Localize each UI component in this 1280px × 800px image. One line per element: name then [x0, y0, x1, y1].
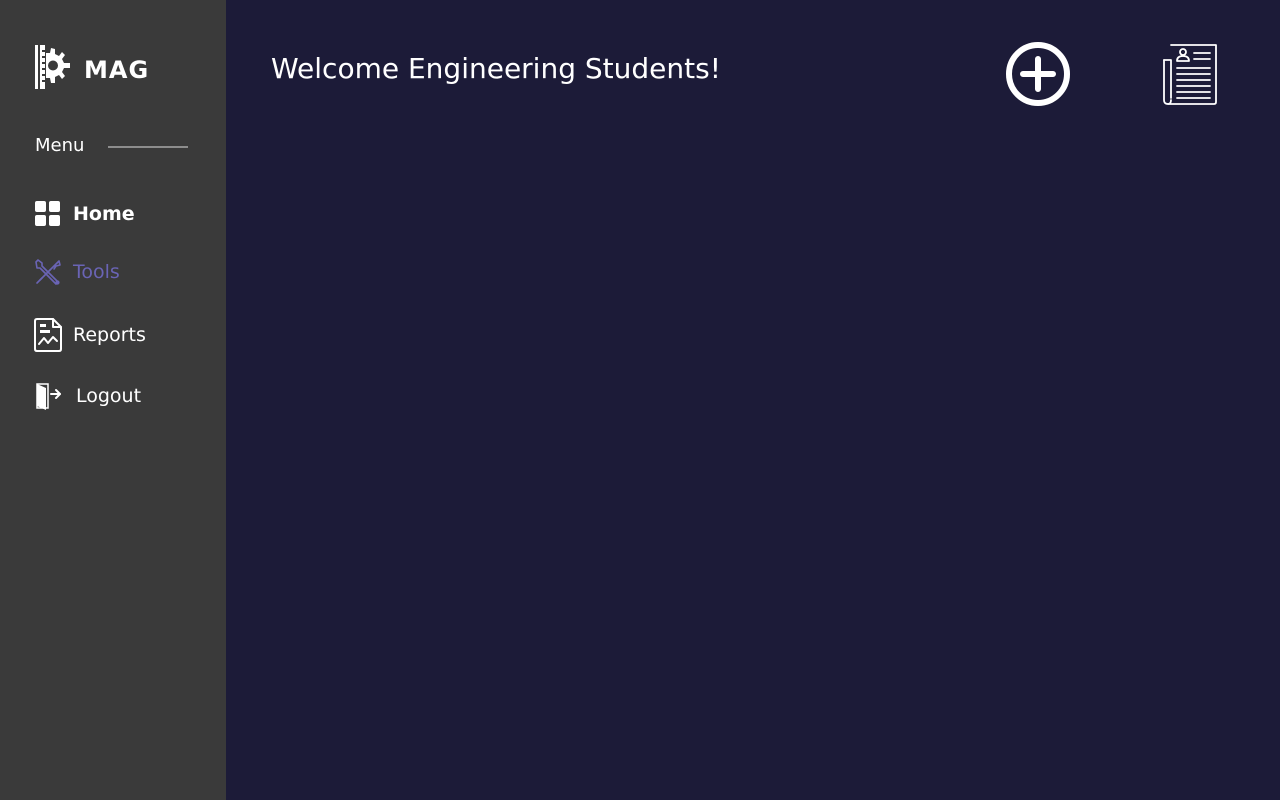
- sidebar-item-tools[interactable]: Tools: [34, 258, 120, 286]
- page-title: Welcome Engineering Students!: [271, 52, 721, 85]
- report-chart-icon: [34, 318, 62, 352]
- sidebar-item-home[interactable]: Home: [34, 200, 135, 228]
- ruler-gear-logo-icon: [35, 45, 70, 89]
- sidebar: MAG Menu Home Tools Reports Logout: [0, 0, 226, 800]
- main-content: Welcome Engineering Students!: [226, 0, 1280, 800]
- menu-divider: [108, 145, 189, 148]
- profile-document-button[interactable]: [1163, 42, 1219, 106]
- dashboard-grid-icon: [35, 201, 60, 226]
- sidebar-item-label: Home: [73, 203, 135, 225]
- menu-heading: Menu: [35, 134, 189, 158]
- newspaper-profile-icon: [1163, 44, 1217, 105]
- sidebar-item-label: Tools: [73, 261, 120, 283]
- sidebar-item-logout[interactable]: Logout: [34, 382, 141, 410]
- app-root: MAG Menu Home Tools Reports Logout Welco…: [0, 0, 1280, 800]
- door-exit-icon: [36, 383, 61, 410]
- add-button[interactable]: [1005, 41, 1071, 107]
- menu-heading-label: Menu: [35, 135, 85, 156]
- sidebar-item-label: Reports: [73, 324, 146, 346]
- plus-circle-icon: [1006, 42, 1070, 106]
- sidebar-item-label: Logout: [76, 385, 142, 407]
- sidebar-item-reports[interactable]: Reports: [34, 318, 146, 352]
- brand-logo[interactable]: MAG: [34, 44, 149, 90]
- tools-crossed-icon: [35, 259, 61, 285]
- brand-name: MAG: [84, 56, 150, 84]
